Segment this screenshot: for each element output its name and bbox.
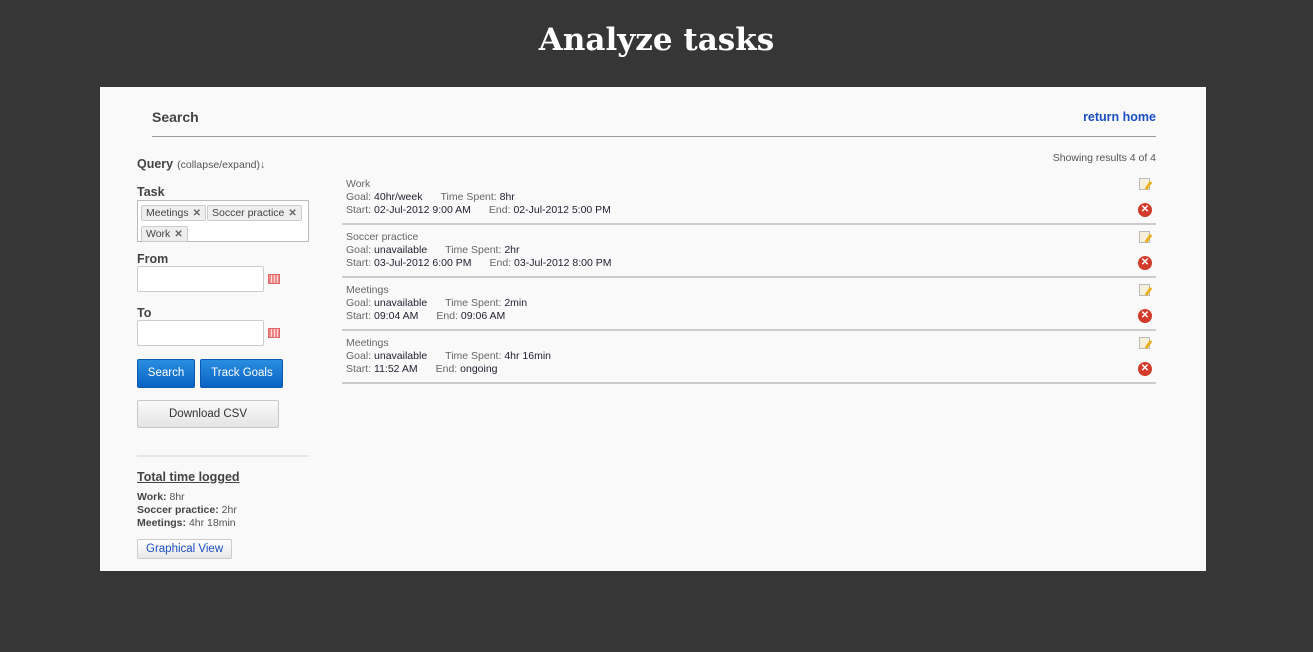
edit-icon[interactable]	[1139, 231, 1150, 243]
result-row: Meetings Goal: unavailable Time Spent: 2m…	[342, 278, 1156, 331]
remove-tag-icon[interactable]: ✕	[174, 229, 182, 240]
start-value: 11:52 AM	[374, 363, 418, 375]
results-count: Showing results 4 of 4	[1052, 152, 1156, 164]
delete-icon[interactable]: ✕	[1138, 203, 1152, 217]
task-name: Meetings	[346, 337, 389, 349]
summary-value: 8hr	[169, 491, 185, 503]
tag-soccer: Soccer practice ✕	[207, 205, 302, 221]
start-value: 09:04 AM	[374, 310, 419, 322]
query-label: Query	[137, 157, 174, 171]
end-label: End:	[488, 204, 511, 216]
result-row: Soccer practice Goal: unavailable Time Sp…	[342, 225, 1156, 278]
header: Search return home	[152, 109, 1156, 137]
tag-label: Soccer practice	[212, 207, 285, 219]
page-title: Analyze tasks	[538, 22, 775, 58]
delete-icon[interactable]: ✕	[1138, 256, 1152, 270]
start-label: Start:	[346, 204, 372, 216]
return-home-link[interactable]: return home	[1083, 110, 1156, 124]
calendar-icon[interactable]	[268, 274, 280, 284]
summary-value: 2hr	[221, 504, 237, 516]
tag-label: Meetings	[146, 207, 189, 219]
end-value: 09:06 AM	[460, 310, 506, 322]
header-title: Search	[152, 109, 199, 125]
calendar-icon[interactable]	[268, 328, 280, 338]
summary-list: Work: 8hr Soccer practice: 2hr Meetings:…	[137, 491, 309, 530]
task-name: Soccer practice	[346, 231, 419, 243]
remove-tag-icon[interactable]: ✕	[193, 208, 201, 219]
edit-icon[interactable]	[1139, 337, 1150, 349]
goal-value: unavailable	[374, 350, 428, 362]
goal-label: Goal:	[346, 297, 372, 309]
tag-label: Work	[146, 228, 171, 240]
end-value: ongoing	[460, 363, 498, 375]
goal-value: unavailable	[374, 297, 428, 309]
to-label: To	[137, 306, 152, 320]
spent-value: 2min	[504, 297, 528, 309]
start-label: Start:	[346, 363, 372, 375]
edit-icon[interactable]	[1139, 284, 1150, 296]
download-csv-button[interactable]: Download CSV	[137, 400, 279, 428]
result-row: Meetings Goal: unavailable Time Spent: 4h…	[342, 331, 1156, 384]
delete-icon[interactable]: ✕	[1138, 362, 1152, 376]
summary-item: Work: 8hr	[137, 491, 309, 504]
search-button[interactable]: Search	[137, 359, 195, 388]
spent-label: Time Spent:	[445, 350, 502, 362]
goal-value: unavailable	[374, 244, 428, 256]
summary-value: 4hr 18min	[188, 517, 236, 529]
query-panel: Query (collapse/expand)↓ Task Meetings ✕ So…	[137, 157, 309, 559]
end-label: End:	[435, 363, 458, 375]
summary-item: Soccer practice: 2hr	[137, 504, 309, 517]
result-row: Work Goal: 40hr/week Time Spent: 8hr Star…	[342, 172, 1156, 225]
delete-icon[interactable]: ✕	[1138, 309, 1152, 323]
start-value: 03-Jul-2012 6:00 PM	[374, 257, 472, 269]
tag-meetings: Meetings ✕	[141, 205, 206, 221]
spent-label: Time Spent:	[440, 191, 497, 203]
remove-tag-icon[interactable]: ✕	[288, 208, 296, 219]
summary-name: Work:	[137, 491, 167, 503]
from-date-input[interactable]	[137, 266, 264, 292]
spent-label: Time Spent:	[445, 244, 502, 256]
end-label: End:	[436, 310, 458, 322]
track-goals-button[interactable]: Track Goals	[200, 359, 284, 388]
graphical-view-button[interactable]: Graphical View	[137, 539, 233, 559]
task-name: Work	[346, 178, 371, 190]
results-list: Showing results 4 of 4 Work Goal: 40hr/w…	[342, 152, 1156, 384]
goal-label: Goal:	[346, 244, 372, 256]
tag-work: Work ✕	[141, 226, 188, 242]
summary-item: Meetings: 4hr 18min	[137, 517, 309, 530]
total-time-title: Total time logged	[137, 470, 240, 484]
goal-label: Goal:	[346, 191, 372, 203]
spent-label: Time Spent:	[445, 297, 502, 309]
from-label: From	[137, 252, 169, 266]
end-value: 02-Jul-2012 5:00 PM	[513, 204, 611, 216]
spent-value: 8hr	[499, 191, 515, 203]
main-panel: Search return home Query (collapse/expand…	[100, 87, 1206, 571]
spent-value: 4hr 16min	[504, 350, 552, 362]
edit-icon[interactable]	[1139, 178, 1150, 190]
task-name: Meetings	[346, 284, 389, 296]
spent-value: 2hr	[504, 244, 520, 256]
end-value: 03-Jul-2012 8:00 PM	[514, 257, 612, 269]
summary-name: Meetings:	[137, 517, 187, 529]
start-label: Start:	[346, 257, 372, 269]
summary-name: Soccer practice:	[137, 504, 219, 516]
collapse-toggle[interactable]: (collapse/expand)↓	[177, 159, 265, 171]
task-label: Task	[137, 185, 165, 199]
start-value: 02-Jul-2012 9:00 AM	[374, 204, 471, 216]
end-label: End:	[489, 257, 512, 269]
to-date-input[interactable]	[137, 320, 264, 346]
task-multiselect[interactable]: Meetings ✕ Soccer practice ✕Work ✕	[137, 200, 309, 242]
goal-value: 40hr/week	[374, 191, 423, 203]
start-label: Start:	[346, 310, 372, 322]
goal-label: Goal:	[346, 350, 372, 362]
